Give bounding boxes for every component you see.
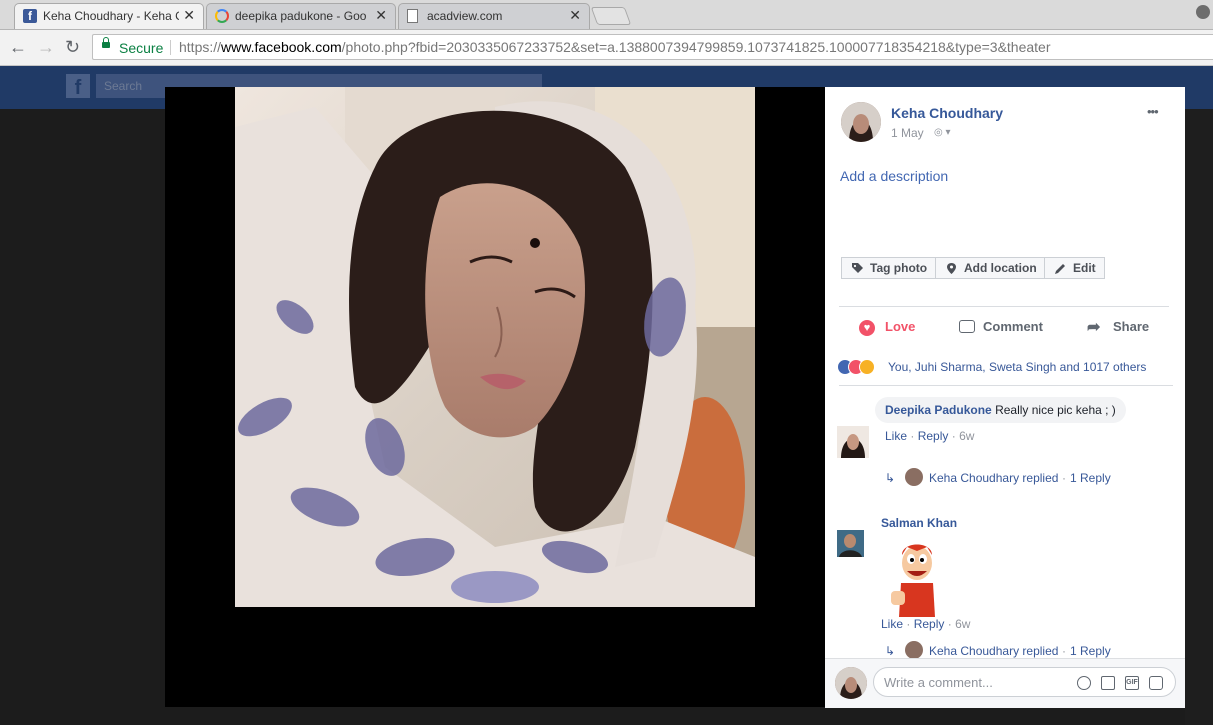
search-placeholder: Search	[104, 79, 143, 93]
comment-age[interactable]: 6w	[959, 429, 974, 443]
tab-title: acadview.com	[427, 9, 503, 23]
divider	[839, 385, 1173, 386]
photo-details-panel: Keha Choudhary 1 May ◎ ▾ ••• Add a descr…	[825, 87, 1185, 707]
reply-summary[interactable]: ↳ Keha Choudhary replied · 1 Reply	[885, 468, 1111, 486]
pencil-icon	[1055, 264, 1065, 274]
globe-icon[interactable]: ◎ ▾	[934, 127, 951, 138]
reload-icon[interactable]: ↻	[65, 37, 80, 58]
location-pin-icon	[947, 263, 956, 274]
comment-input[interactable]: Write a comment... GIF	[873, 667, 1176, 697]
my-avatar	[835, 667, 867, 699]
gif-icon[interactable]: GIF	[1125, 676, 1139, 690]
avatar-image	[837, 426, 869, 458]
facebook-icon: f	[23, 9, 37, 23]
add-location-label: Add location	[964, 261, 1037, 275]
document-icon	[407, 9, 418, 23]
avatar-image	[837, 530, 864, 557]
reply-summary-author: Keha Choudhary replied	[929, 471, 1059, 485]
photo-image	[235, 87, 755, 607]
share-arrow-icon: ➦	[1087, 319, 1101, 336]
love-heart-icon: ♥	[859, 320, 875, 336]
address-bar[interactable]: Secure https://www.facebook.com/photo.ph…	[92, 34, 1213, 60]
close-tab-icon[interactable]: ✕	[183, 7, 195, 24]
facebook-logo[interactable]: f	[66, 74, 90, 99]
url-host: www.facebook.com	[221, 39, 342, 55]
sticker-icon[interactable]	[1149, 676, 1163, 690]
secure-label: Secure	[119, 40, 164, 56]
reply-sep: ·	[1062, 644, 1066, 658]
reply-link[interactable]: Reply	[918, 429, 949, 443]
replier-avatar	[905, 641, 923, 659]
comment-meta: Like · Reply · 6w	[885, 429, 975, 443]
tab-deepika-padukone[interactable]: deepika padukone - Goo ✕	[206, 3, 396, 29]
sticker[interactable]	[887, 537, 947, 617]
comment-placeholder: Write a comment...	[884, 675, 993, 690]
browser-toolbar: ← → ↻ Secure https://www.facebook.com/ph…	[0, 30, 1213, 66]
close-tab-icon[interactable]: ✕	[569, 7, 581, 24]
comment-age[interactable]: 6w	[955, 617, 970, 631]
tag-photo-button[interactable]: Tag photo	[841, 257, 936, 279]
right-sidebar	[1185, 109, 1213, 725]
commenter-avatar[interactable]	[837, 426, 869, 458]
divider	[170, 40, 171, 55]
author-avatar[interactable]	[841, 102, 881, 142]
emoji-icon[interactable]	[1077, 676, 1091, 690]
browser-tab-strip: f Keha Choudhary - Keha C ✕ deepika padu…	[0, 0, 1213, 30]
tab-title: deepika padukone - Goo	[235, 9, 367, 23]
replier-avatar	[905, 468, 923, 486]
tag-icon	[852, 263, 863, 273]
url-path: /photo.php?fbid=2030335067233752&set=a.1…	[341, 39, 1051, 55]
like-link[interactable]: Like	[881, 617, 903, 631]
back-arrow-icon[interactable]: ←	[9, 37, 27, 58]
divider	[839, 306, 1169, 307]
author-name[interactable]: Keha Choudhary	[891, 105, 1003, 121]
avatar-image	[835, 667, 867, 699]
reactions-summary[interactable]: You, Juhi Sharma, Sweta Singh and 1017 o…	[888, 360, 1146, 374]
add-description-link[interactable]: Add a description	[840, 168, 948, 184]
more-options-icon[interactable]: •••	[1147, 104, 1159, 119]
edit-label: Edit	[1073, 261, 1096, 275]
close-tab-icon[interactable]: ✕	[375, 7, 387, 24]
google-icon	[215, 9, 229, 23]
comment-label: Comment	[983, 319, 1043, 334]
post-date[interactable]: 1 May	[891, 126, 924, 140]
avatar-image	[841, 102, 881, 142]
forward-arrow-icon[interactable]: →	[37, 37, 55, 58]
share-label: Share	[1113, 319, 1150, 334]
love-label: Love	[885, 319, 916, 334]
reply-count: 1 Reply	[1070, 644, 1111, 658]
profile-icon[interactable]	[1196, 5, 1210, 19]
tab-keha-choudhary[interactable]: f Keha Choudhary - Keha C ✕	[14, 3, 204, 29]
reply-link[interactable]: Reply	[914, 617, 945, 631]
comment-bubble: Deepika Padukone Really nice pic keha ; …	[875, 397, 1126, 423]
url-scheme: https://	[179, 39, 222, 55]
reply-summary[interactable]: ↳ Keha Choudhary replied · 1 Reply	[885, 641, 1111, 659]
comment-author[interactable]: Salman Khan	[881, 516, 957, 530]
comment-meta: Like · Reply · 6w	[881, 617, 971, 631]
lock-icon	[102, 37, 110, 48]
like-link[interactable]: Like	[885, 429, 907, 443]
tag-photo-label: Tag photo	[870, 261, 928, 275]
reply-count: 1 Reply	[1070, 471, 1111, 485]
haha-reaction-icon	[859, 359, 875, 375]
reaction-icons[interactable]	[837, 359, 885, 375]
comment-bubble-icon	[959, 320, 975, 333]
tab-acadview[interactable]: acadview.com ✕	[398, 3, 590, 29]
add-location-button[interactable]: Add location	[935, 257, 1045, 279]
url-text[interactable]: https://www.facebook.com/photo.php?fbid=…	[179, 39, 1051, 55]
comment-text: Really nice pic keha ; )	[995, 403, 1116, 417]
reply-sep: ·	[1062, 471, 1066, 485]
reply-arrow-icon: ↳	[885, 644, 896, 658]
reply-summary-author: Keha Choudhary replied	[929, 644, 1059, 658]
camera-icon[interactable]	[1101, 676, 1115, 690]
photo[interactable]	[235, 87, 755, 607]
reply-arrow-icon: ↳	[885, 471, 896, 485]
tab-title: Keha Choudhary - Keha C	[43, 9, 179, 23]
comment-composer: Write a comment... GIF	[825, 658, 1185, 708]
comment-author[interactable]: Deepika Padukone	[885, 403, 992, 417]
commenter-avatar[interactable]	[837, 530, 864, 557]
cartoon-sticker-icon	[891, 544, 935, 617]
edit-button[interactable]: Edit	[1044, 257, 1105, 279]
new-tab-button[interactable]	[590, 7, 632, 25]
